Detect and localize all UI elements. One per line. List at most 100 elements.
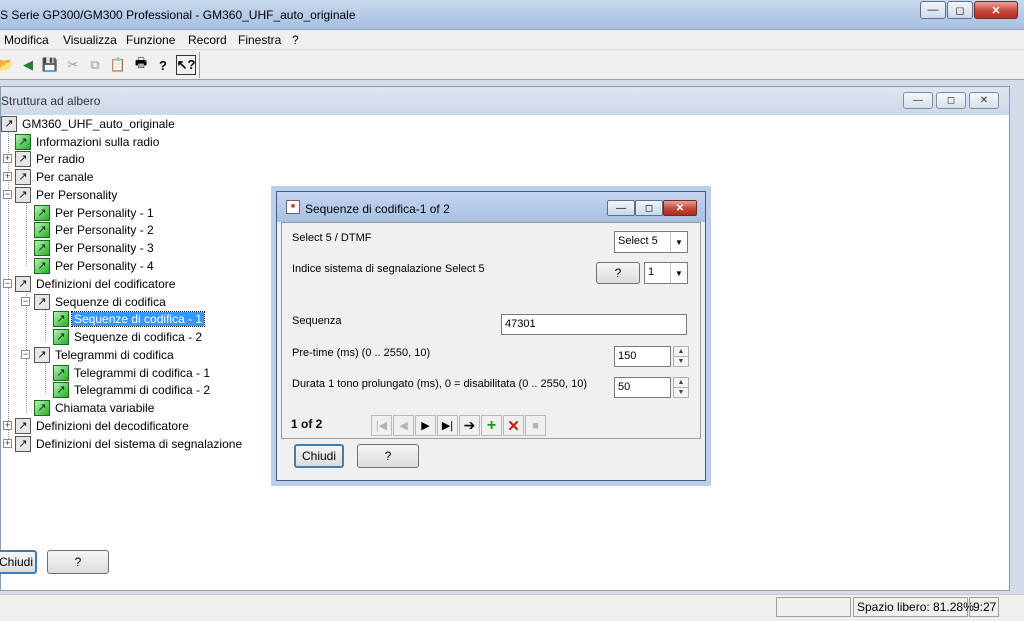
select5-combo[interactable]: Select 5 ▼ <box>614 231 688 253</box>
tree-node-label: Sequenze di codifica - 2 <box>74 329 203 344</box>
help-icon[interactable]: ? <box>153 55 173 75</box>
tree-node-per-canale[interactable]: ↗ Per canale <box>15 168 95 185</box>
chevron-down-icon[interactable]: ▼ <box>670 232 687 252</box>
tree-node-label: Per Personality - 2 <box>55 222 154 237</box>
goto-record-icon[interactable]: ➔ <box>459 415 480 436</box>
tree-node-label: Per Personality <box>36 187 118 202</box>
chevron-down-icon[interactable]: ▼ <box>670 263 687 283</box>
spin-down-icon[interactable]: ▼ <box>674 388 688 398</box>
tree-node-personality-2[interactable]: ↗ Per Personality - 2 <box>34 221 156 238</box>
tree-node-label: Definizioni del sistema di segnalazione <box>36 436 243 451</box>
close-icon[interactable]: ✕ <box>969 92 999 109</box>
menu-funzione[interactable]: Funzione <box>126 33 175 47</box>
next-record-icon[interactable]: ▶ <box>415 415 436 436</box>
folder-icon: ↗ <box>1 115 17 132</box>
pretime-stepper[interactable]: ▲ ▼ <box>673 346 689 367</box>
tree-node-encode-telegram-2[interactable]: ↗ Telegrammi di codifica - 2 <box>53 381 212 398</box>
spin-down-icon[interactable]: ▼ <box>674 357 688 367</box>
close-icon[interactable]: ✕ <box>974 1 1018 19</box>
minimize-icon[interactable]: — <box>920 1 946 19</box>
tree-node-per-personality[interactable]: ↗ Per Personality <box>15 186 119 203</box>
prev-record-icon[interactable]: ◀ <box>393 415 414 436</box>
collapse-icon[interactable]: − <box>21 297 30 306</box>
tree-node-encode-sequence-1[interactable]: ↗ Sequenze di codifica - 1 <box>53 310 206 327</box>
dialog-close-button[interactable]: Chiudi <box>294 444 344 468</box>
menu-finestra[interactable]: Finestra <box>238 33 281 47</box>
menu-help[interactable]: ? <box>292 33 299 47</box>
expand-icon[interactable]: + <box>3 439 12 448</box>
sequence-input[interactable]: 47301 <box>501 314 687 335</box>
tree-node-label: Sequenze di codifica - 1 <box>70 310 206 327</box>
tree-node-encode-telegrams[interactable]: ↗ Telegrammi di codifica <box>34 346 176 363</box>
tree-node-encode-telegram-1[interactable]: ↗ Telegrammi di codifica - 1 <box>53 364 212 381</box>
minimize-icon[interactable]: — <box>607 200 635 216</box>
toolbar-group: 📂 ◀ 💾 ✂ ⧉ 📋 🖶 ? ↖? <box>0 52 200 78</box>
leaf-icon: ↗ <box>53 310 69 327</box>
encode-sequence-dialog: ■ Sequenze di codifica-1 of 2 — ◻ ✕ Sele… <box>276 191 706 481</box>
paste-icon[interactable]: 📋 <box>108 55 128 75</box>
collapse-icon[interactable]: − <box>3 279 12 288</box>
menu-modifica[interactable]: Modifica <box>4 33 49 47</box>
stop-icon[interactable]: ■ <box>525 415 546 436</box>
copy-icon[interactable]: ⧉ <box>85 55 105 75</box>
folder-icon: ↗ <box>15 168 31 185</box>
tree-node-personality-1[interactable]: ↗ Per Personality - 1 <box>34 204 156 221</box>
print-icon[interactable]: 🖶 <box>131 55 151 75</box>
pretime-input[interactable]: 150 <box>614 346 671 367</box>
save-icon[interactable]: 💾 <box>40 55 60 75</box>
tree-node-label: Telegrammi di codifica <box>55 347 174 362</box>
collapse-icon[interactable]: − <box>3 190 12 199</box>
tree-node-per-radio[interactable]: ↗ Per radio <box>15 150 87 167</box>
leaf-icon: ↗ <box>34 239 50 256</box>
duration-label: Durata 1 tono prolungato (ms), 0 = disab… <box>292 378 588 390</box>
tree-node-radio-info[interactable]: ↗ Informazioni sulla radio <box>15 133 161 150</box>
folder-icon: ↗ <box>15 435 31 452</box>
folder-icon: ↗ <box>34 346 50 363</box>
menu-visualizza[interactable]: Visualizza <box>63 33 117 47</box>
maximize-icon[interactable]: ◻ <box>947 1 973 19</box>
cut-icon[interactable]: ✂ <box>63 55 83 75</box>
expand-icon[interactable]: + <box>3 154 12 163</box>
spin-up-icon[interactable]: ▲ <box>674 378 688 388</box>
tree-help-button[interactable]: ? <box>47 550 109 574</box>
maximize-icon[interactable]: ◻ <box>936 92 966 109</box>
last-record-icon[interactable]: ▶| <box>437 415 458 436</box>
first-record-icon[interactable]: |◀ <box>371 415 392 436</box>
tree-close-button[interactable]: Chiudi <box>0 550 37 574</box>
tree-node-variable-call[interactable]: ↗ Chiamata variabile <box>34 399 156 416</box>
tree-line <box>45 307 46 341</box>
tree-node-decoder-definitions[interactable]: ↗ Definizioni del decodificatore <box>15 417 191 434</box>
tree-node-personality-3[interactable]: ↗ Per Personality - 3 <box>34 239 156 256</box>
dialog-help-button[interactable]: ? <box>357 444 419 468</box>
back-icon[interactable]: ◀ <box>18 55 38 75</box>
close-icon[interactable]: ✕ <box>663 200 697 216</box>
menu-record[interactable]: Record <box>188 33 227 47</box>
leaf-icon: ↗ <box>53 328 69 345</box>
maximize-icon[interactable]: ◻ <box>635 200 663 216</box>
expand-icon[interactable]: + <box>3 421 12 430</box>
tree-node-encode-sequence-2[interactable]: ↗ Sequenze di codifica - 2 <box>53 328 204 345</box>
spin-up-icon[interactable]: ▲ <box>674 347 688 357</box>
free-space-status: Spazio libero: 81.28% <box>853 597 974 617</box>
duration-input[interactable]: 50 <box>614 377 671 398</box>
tree-node-signalling-definitions[interactable]: ↗ Definizioni del sistema di segnalazion… <box>15 435 244 452</box>
delete-record-icon[interactable]: ✕ <box>503 415 524 436</box>
signalling-index-help-button[interactable]: ? <box>596 262 640 284</box>
folder-icon: ↗ <box>15 150 31 167</box>
tree-node-personality-4[interactable]: ↗ Per Personality - 4 <box>34 257 156 274</box>
tree-node-root[interactable]: ↗ GM360_UHF_auto_originale <box>1 115 177 132</box>
tree-node-encode-sequences[interactable]: ↗ Sequenze di codifica <box>34 293 168 310</box>
collapse-icon[interactable]: − <box>21 350 30 359</box>
minimize-icon[interactable]: — <box>903 92 933 109</box>
tree-window-title: Struttura ad albero <box>1 94 101 108</box>
tree-node-encoder-definitions[interactable]: ↗ Definizioni del codificatore <box>15 275 177 292</box>
signalling-index-combo[interactable]: 1 ▼ <box>644 262 688 284</box>
open-icon[interactable]: 📂 <box>0 55 16 75</box>
duration-stepper[interactable]: ▲ ▼ <box>673 377 689 398</box>
tree-node-label: Telegrammi di codifica - 1 <box>74 365 211 380</box>
select5-label: Select 5 / DTMF <box>292 232 372 244</box>
tree-node-label: GM360_UHF_auto_originale <box>22 116 175 131</box>
add-record-icon[interactable]: + <box>481 415 502 436</box>
expand-icon[interactable]: + <box>3 172 12 181</box>
context-help-icon[interactable]: ↖? <box>176 55 196 75</box>
